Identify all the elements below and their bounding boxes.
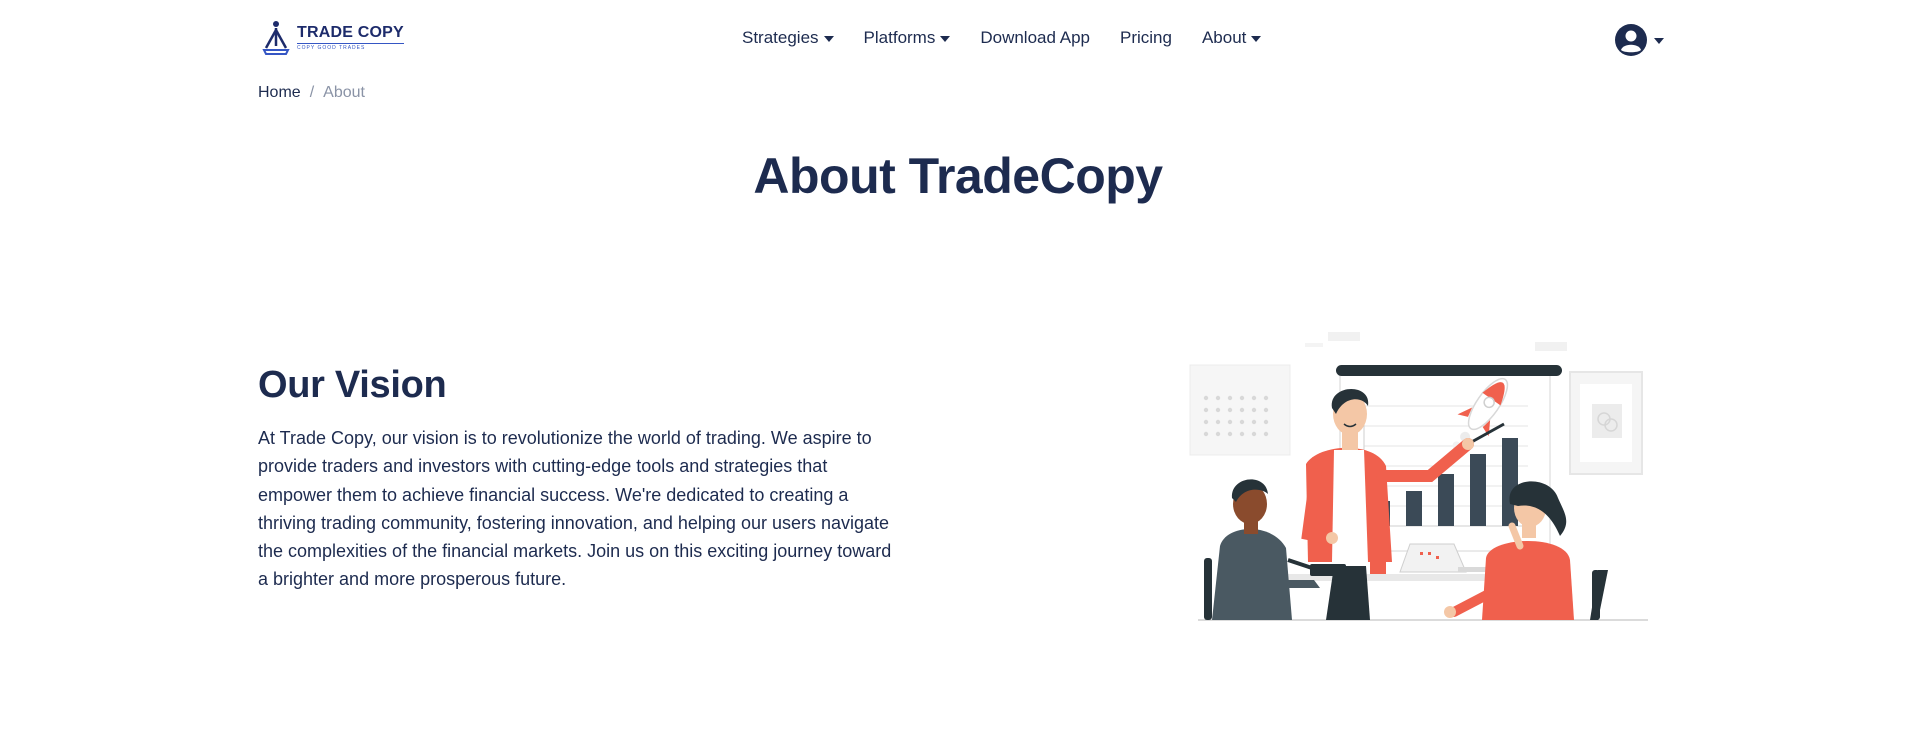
nav-item-label: Strategies bbox=[742, 28, 819, 47]
vision-paragraph: At Trade Copy, our vision is to revoluti… bbox=[258, 428, 892, 590]
nav-item-about[interactable]: About bbox=[1201, 27, 1262, 49]
vision-heading: Our Vision bbox=[258, 364, 447, 406]
nav-item-strategies[interactable]: Strategies bbox=[742, 27, 834, 49]
nav-item-label: Download App bbox=[980, 28, 1090, 47]
brand-logo[interactable]: TRADE COPY COPY GOOD TRADES bbox=[261, 20, 404, 56]
top-navbar: TRADE COPY COPY GOOD TRADES Strategies P… bbox=[0, 0, 1916, 78]
nav-item-label: Pricing bbox=[1119, 28, 1172, 47]
team-presentation-illustration bbox=[1168, 326, 1658, 621]
caret-down-icon bbox=[1654, 38, 1664, 44]
brand-logo-icon bbox=[262, 21, 290, 55]
breadcrumb-home-link[interactable]: Home bbox=[258, 83, 301, 103]
nav-item-label: About bbox=[1201, 28, 1247, 47]
page-title: About TradeCopy bbox=[753, 148, 1163, 204]
main-nav: Strategies Platforms Download App Pricin… bbox=[742, 27, 1291, 49]
account-menu[interactable] bbox=[1614, 23, 1664, 57]
nav-item-download-app[interactable]: Download App bbox=[980, 27, 1090, 49]
nav-item-label: Platforms bbox=[863, 28, 936, 47]
brand-tagline: COPY GOOD TRADES bbox=[297, 42, 404, 52]
team-presentation-illustration-svg bbox=[1189, 332, 1648, 621]
caret-down-icon bbox=[1251, 36, 1262, 42]
nav-item-pricing[interactable]: Pricing bbox=[1120, 27, 1172, 49]
brand-name: TRADE COPY bbox=[297, 23, 404, 41]
caret-down-icon bbox=[823, 36, 834, 42]
user-circle-icon bbox=[1615, 24, 1647, 56]
nav-item-platforms[interactable]: Platforms bbox=[864, 27, 951, 49]
breadcrumb-current: About bbox=[323, 84, 365, 101]
breadcrumb-separator: / bbox=[309, 84, 315, 101]
caret-down-icon bbox=[940, 36, 951, 42]
breadcrumb: Home / About bbox=[258, 83, 365, 103]
